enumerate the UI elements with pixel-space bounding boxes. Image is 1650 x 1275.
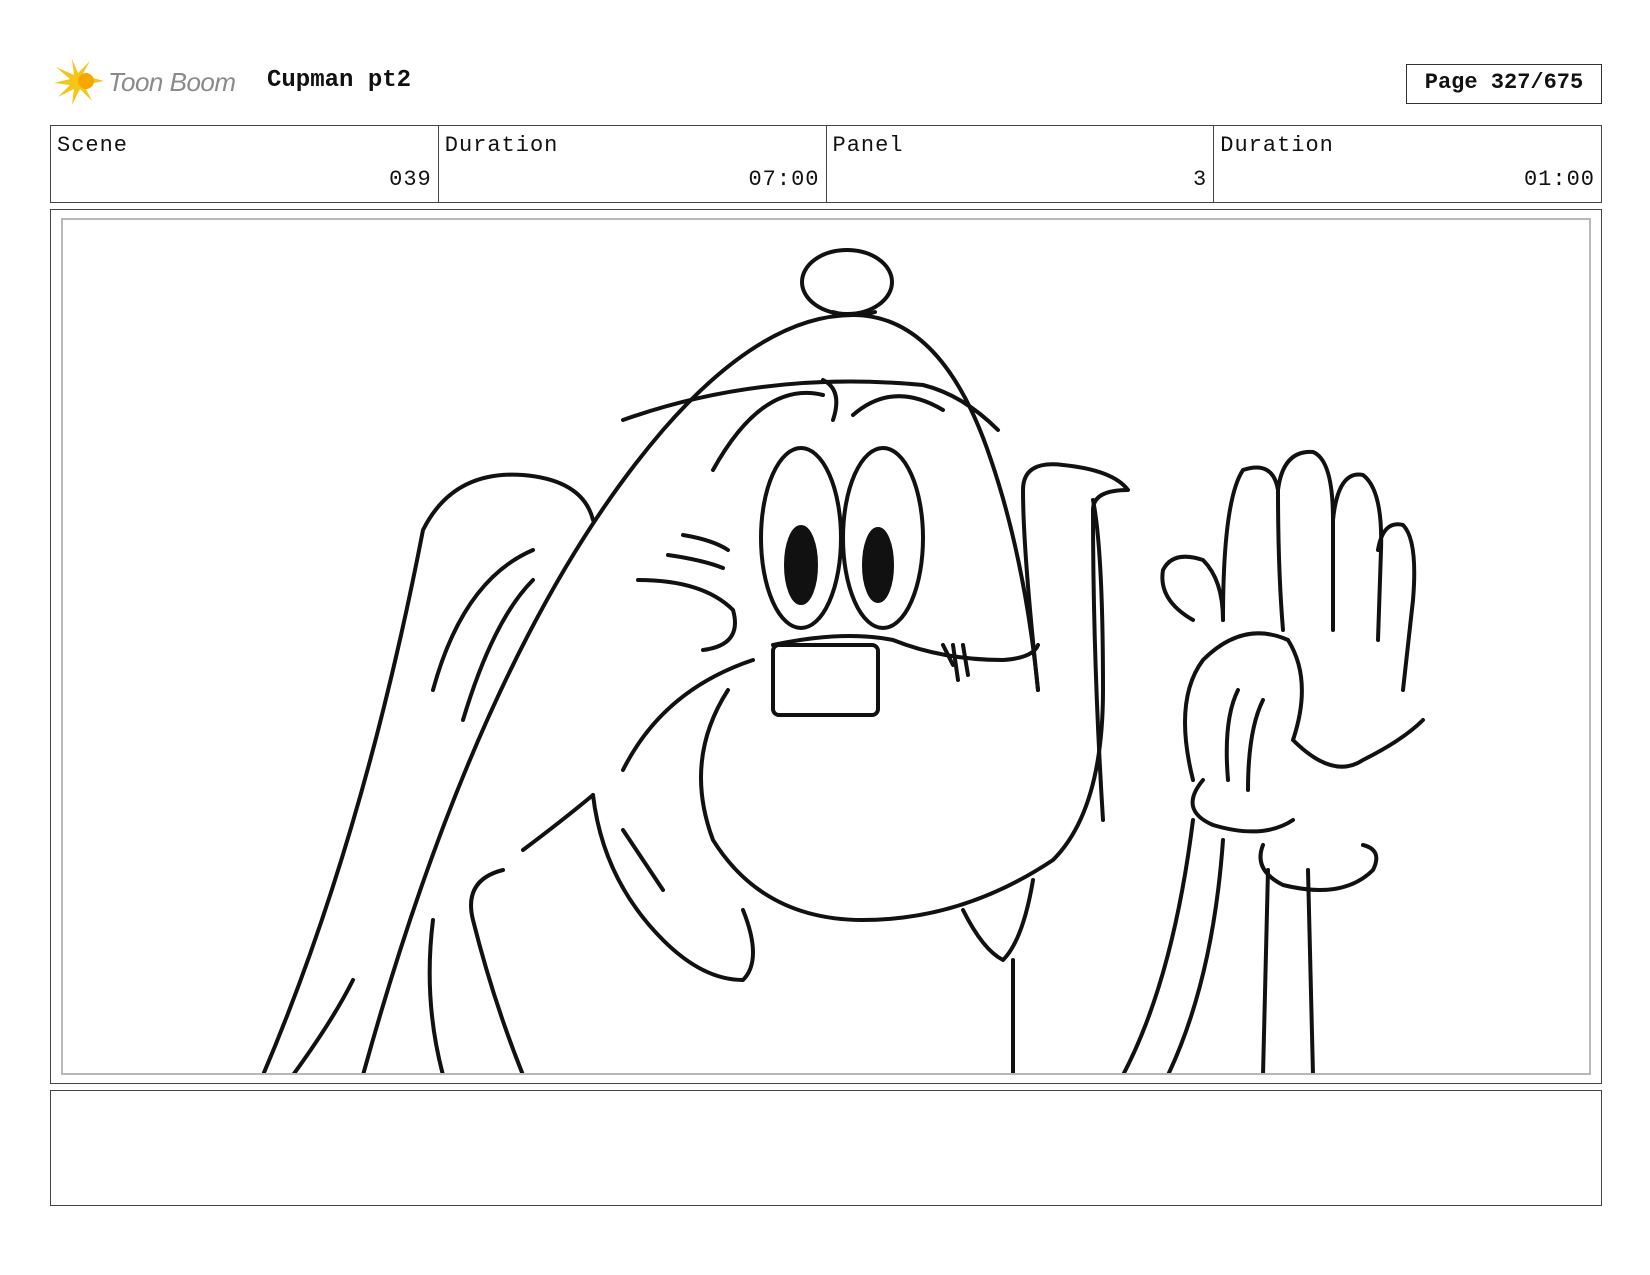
panel-duration-cell: Duration 01:00 [1214,126,1601,202]
scene-cell: Scene 039 [51,126,439,202]
scene-value: 039 [389,167,432,192]
scene-duration-value: 07:00 [748,167,820,192]
panel-notes [50,1090,1602,1206]
starburst-icon [54,59,104,105]
scene-label: Scene [57,133,129,158]
panel-label: Panel [832,133,904,158]
page-header: Toon Boom Cupman pt2 Page 327/675 [50,55,1602,105]
page-indicator: Page 327/675 [1406,64,1602,104]
scene-info-row: Scene 039 Duration 07:00 Panel 3 Duratio… [50,125,1602,203]
scene-duration-label: Duration [444,133,559,158]
logo-text: Toon Boom [108,67,236,97]
project-title: Cupman pt2 [267,67,412,94]
toon-boom-logo: Toon Boom [52,57,252,107]
teapot-character-sketch [261,248,1425,1073]
storyboard-panel [50,209,1602,1084]
panel-cell: Panel 3 [827,126,1215,202]
panel-duration-value: 01:00 [1523,167,1595,192]
panel-value: 3 [1193,167,1208,192]
panel-drawing-area [61,218,1591,1075]
panel-duration-label: Duration [1220,133,1334,158]
scene-duration-cell: Duration 07:00 [439,126,827,202]
